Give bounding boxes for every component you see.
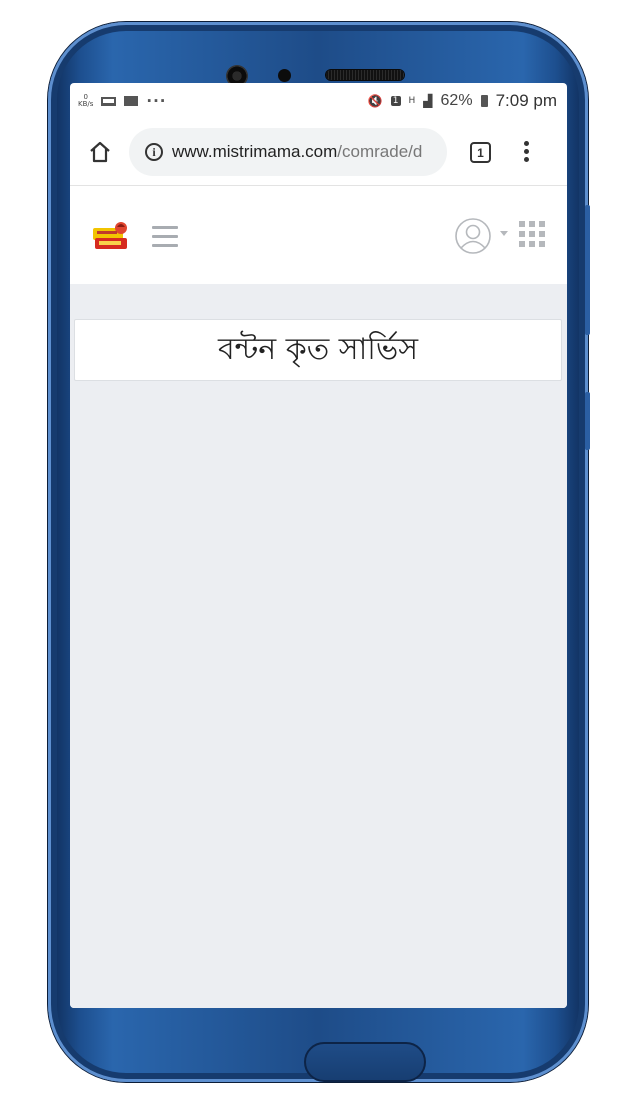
- more-notifications: ···: [146, 92, 167, 110]
- earpiece-speaker: [326, 70, 404, 80]
- more-menu-icon[interactable]: [524, 141, 530, 165]
- power-button[interactable]: [585, 392, 590, 450]
- network-type-icon: H: [408, 96, 416, 106]
- home-icon[interactable]: [88, 140, 112, 164]
- site-logo[interactable]: [92, 220, 130, 252]
- url-path: /comrade/d: [337, 142, 423, 161]
- phone-screen: 0 KB/s ··· 🔇 1 H ▟ 62% 7:09 pm i www.mis…: [70, 83, 567, 1008]
- mail-icon: [124, 96, 139, 106]
- url-domain: www.mistrimama.com: [172, 142, 338, 161]
- battery-icon: [480, 95, 488, 107]
- status-bar: 0 KB/s ··· 🔇 1 H ▟ 62% 7:09 pm: [70, 83, 567, 119]
- info-icon[interactable]: i: [145, 143, 163, 161]
- chevron-down-icon[interactable]: [500, 231, 508, 236]
- page-title: বন্টন কৃত সার্ভিস: [217, 331, 419, 367]
- clock: 7:09 pm: [495, 91, 557, 110]
- page-content: বন্টন কৃত সার্ভিস: [70, 284, 567, 1008]
- apps-grid-icon[interactable]: [519, 221, 545, 247]
- page-title-card: বন্টন কৃত সার্ভিস: [74, 319, 562, 381]
- tab-switcher-button[interactable]: 1: [470, 142, 491, 163]
- mute-icon: 🔇: [367, 94, 383, 108]
- laptop-icon: [101, 96, 117, 106]
- site-header: [70, 186, 567, 285]
- address-bar[interactable]: i www.mistrimama.com/comrade/d: [129, 128, 447, 176]
- proximity-sensor: [278, 69, 291, 82]
- url-text[interactable]: www.mistrimama.com/comrade/d: [172, 142, 422, 162]
- sim-icon: 1: [390, 96, 401, 106]
- network-speed-unit: KB/s: [78, 100, 94, 108]
- user-avatar-icon[interactable]: [454, 217, 492, 255]
- battery-percent: 62%: [440, 92, 473, 109]
- signal-icon: ▟: [423, 94, 433, 108]
- volume-button[interactable]: [585, 205, 590, 335]
- browser-toolbar: i www.mistrimama.com/comrade/d 1: [70, 119, 567, 186]
- network-speed: 0 KB/s: [78, 94, 93, 108]
- hardware-home-button[interactable]: [304, 1042, 426, 1082]
- hamburger-menu-icon[interactable]: [152, 226, 178, 248]
